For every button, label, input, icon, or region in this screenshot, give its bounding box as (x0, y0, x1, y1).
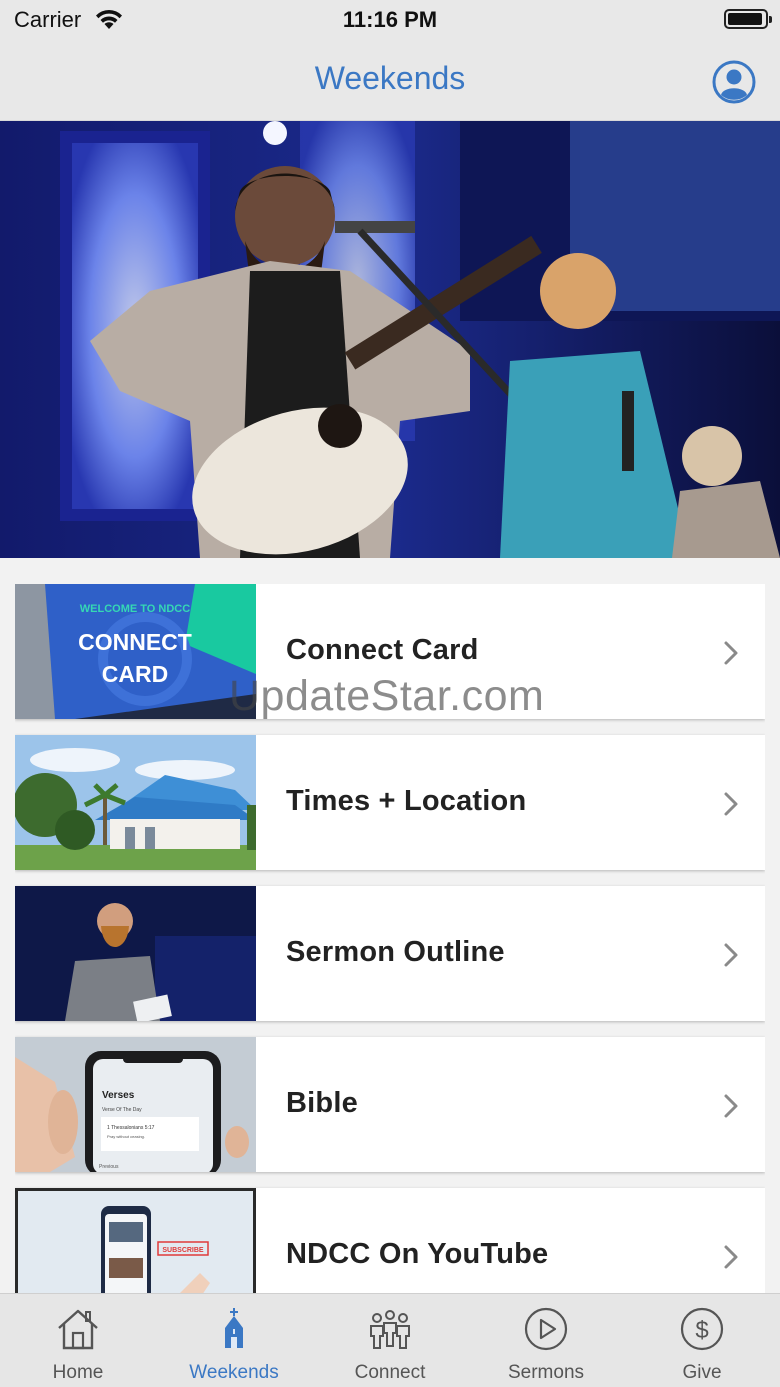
list-item-label: Bible (286, 1087, 358, 1119)
thumb-line-votd: Verse Of The Day (102, 1107, 142, 1113)
battery-fill (728, 13, 762, 25)
list-item-label: NDCC On YouTube (286, 1238, 549, 1270)
tab-label: Connect (354, 1362, 426, 1383)
tab-label: Sermons (507, 1362, 585, 1383)
chevron-right-icon (724, 641, 738, 665)
chevron-right-icon (724, 792, 738, 816)
chevron-right-icon (724, 1245, 738, 1269)
tab-bar: Home Weekends Connect Sermons $ Give (0, 1293, 780, 1387)
list-item-connect-card[interactable]: WELCOME TO NDCC CONNECT CARD Connect Car… (15, 584, 765, 719)
times-location-thumbnail (15, 735, 256, 870)
sermon-outline-thumbnail (15, 886, 256, 1021)
connect-card-thumbnail: WELCOME TO NDCC CONNECT CARD (15, 584, 256, 719)
thumb-line-connect: CONNECT (78, 629, 192, 655)
bible-thumbnail: Verses Verse Of The Day 1 Thessalonians … (15, 1037, 256, 1172)
chevron-right-icon (724, 1094, 738, 1118)
phone-bible-app-photo: Verses Verse Of The Day 1 Thessalonians … (15, 1037, 256, 1172)
tab-sermons[interactable]: Sermons (468, 1294, 624, 1387)
status-bar: Carrier 11:16 PM (0, 0, 780, 42)
connect-card-graphic: WELCOME TO NDCC CONNECT CARD (15, 584, 256, 719)
tab-label: Give (682, 1362, 722, 1383)
people-icon (370, 1310, 410, 1349)
thumb-line-verses: Verses (102, 1090, 135, 1101)
church-building-photo (15, 735, 256, 870)
dollar-circle-icon: $ (680, 1307, 724, 1351)
youtube-thumbnail: SUBSCRIBE (15, 1188, 256, 1293)
play-circle-icon (524, 1307, 568, 1351)
chevron-right-icon (724, 943, 738, 967)
svg-text:$: $ (695, 1317, 708, 1344)
tab-label: Weekends (189, 1362, 279, 1383)
tab-label: Home (52, 1362, 104, 1383)
weekend-menu-list: WELCOME TO NDCC CONNECT CARD Connect Car… (15, 584, 765, 1293)
church-icon (225, 1308, 243, 1348)
list-item-times-location[interactable]: Times + Location (15, 735, 765, 870)
list-item-bible[interactable]: Verses Verse Of The Day 1 Thessalonians … (15, 1037, 765, 1172)
hero-image (0, 121, 780, 558)
tab-home[interactable]: Home (0, 1294, 156, 1387)
profile-button[interactable] (712, 60, 756, 104)
worship-band-photo (0, 121, 780, 558)
pastor-speaking-photo (15, 886, 256, 1021)
thumb-line-verse: Pray without ceasing. (107, 1134, 145, 1139)
thumb-line-welcome: WELCOME TO NDCC (80, 603, 190, 615)
list-item-sermon-outline[interactable]: Sermon Outline (15, 886, 765, 1021)
navigation-bar: Weekends (0, 42, 780, 121)
list-item-label: Sermon Outline (286, 936, 505, 968)
status-time: 11:16 PM (342, 7, 438, 32)
tab-connect[interactable]: Connect (312, 1294, 468, 1387)
list-item-label: Connect Card (286, 634, 479, 666)
page-title: Weekends (314, 60, 466, 96)
battery-icon (724, 9, 772, 29)
tab-weekends[interactable]: Weekends (156, 1294, 312, 1387)
thumb-line-previous: Previous (99, 1164, 119, 1170)
youtube-phone-photo: SUBSCRIBE (15, 1188, 256, 1293)
thumb-line-subscribe: SUBSCRIBE (162, 1247, 204, 1254)
thumb-line-reference: 1 Thessalonians 5:17 (107, 1125, 155, 1131)
app-screen: Carrier 11:16 PM Weekends WELCOME TO NDC… (0, 0, 780, 1387)
thumb-line-card: CARD (102, 661, 168, 687)
list-item-youtube[interactable]: SUBSCRIBE NDCC On YouTube (15, 1188, 765, 1293)
tab-give[interactable]: $ Give (624, 1294, 780, 1387)
list-item-label: Times + Location (286, 785, 527, 817)
house-icon (58, 1309, 98, 1350)
